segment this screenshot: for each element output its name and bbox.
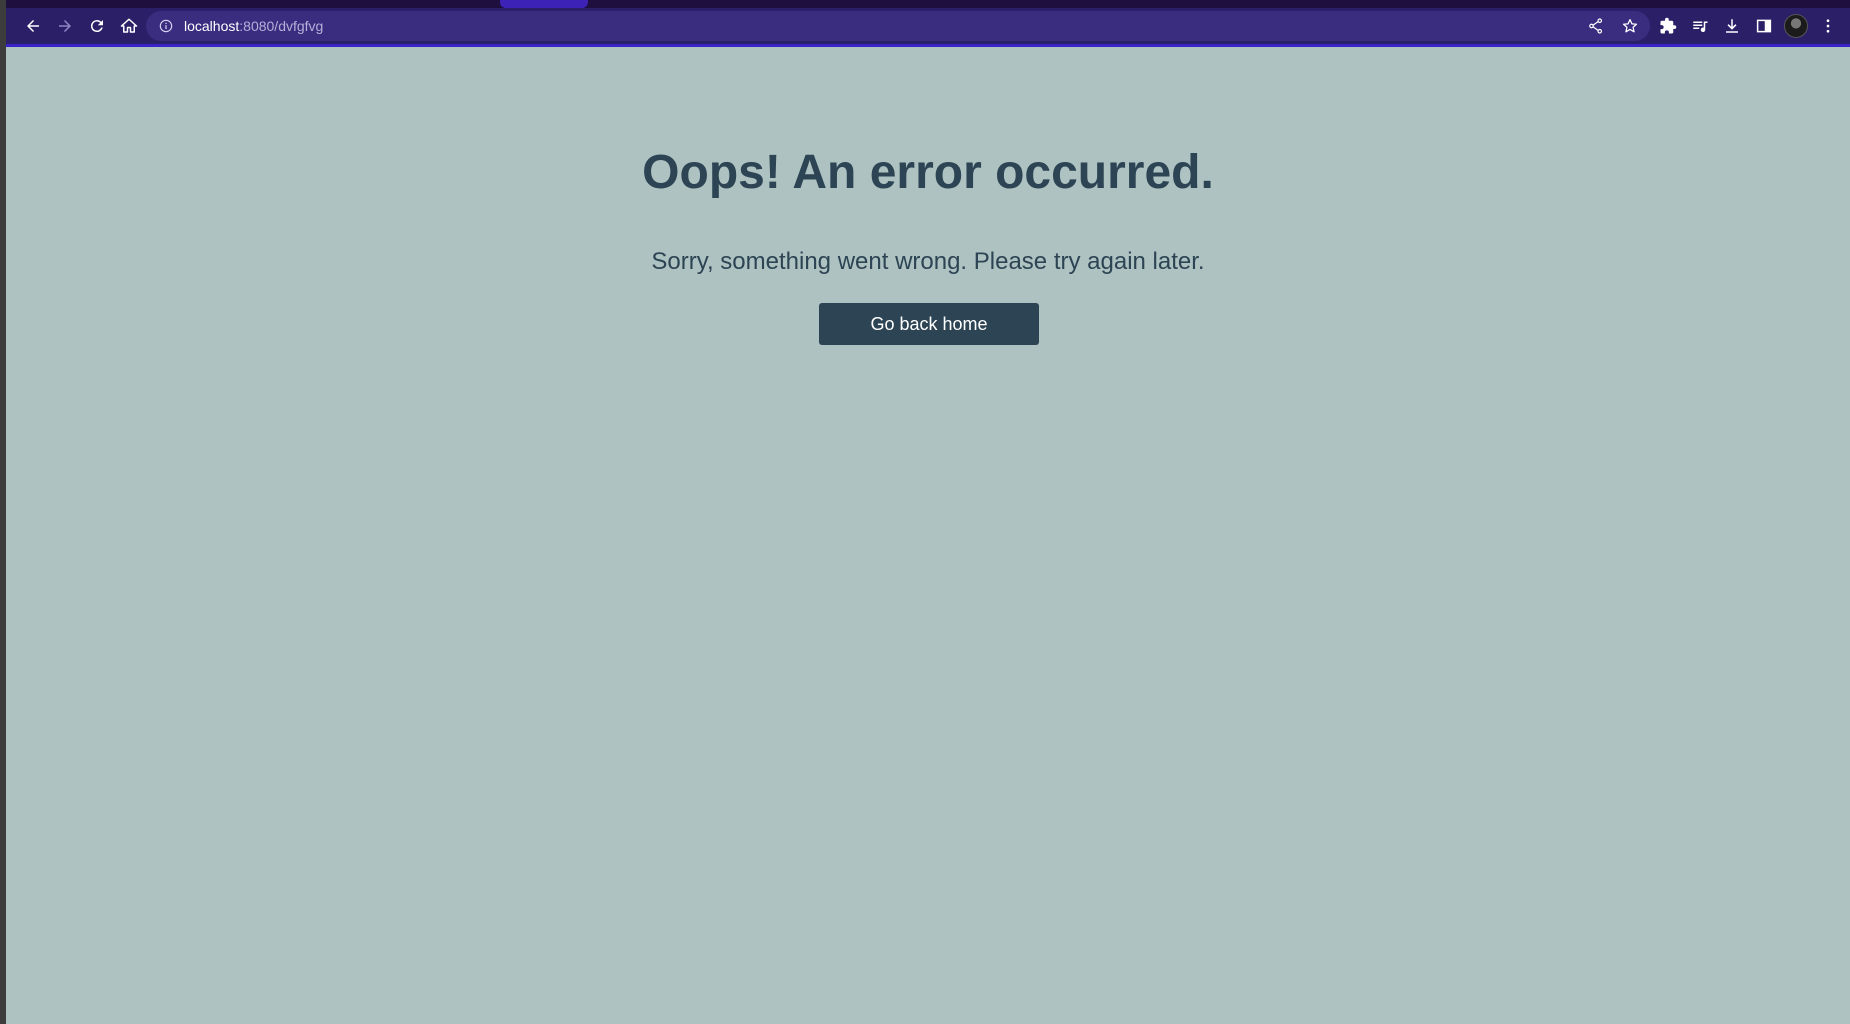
avatar — [1784, 14, 1808, 38]
url-host: localhost — [184, 18, 240, 34]
page-content: Oops! An error occurred. Sorry, somethin… — [6, 47, 1850, 1024]
extensions-button[interactable] — [1656, 14, 1680, 38]
bookmark-button[interactable] — [1618, 14, 1642, 38]
star-icon — [1622, 18, 1638, 33]
url-text[interactable]: localhost:8080/dvfgfvg — [184, 18, 323, 34]
share-icon — [1589, 18, 1603, 34]
home-icon — [120, 18, 138, 33]
browser-menu-button[interactable] — [1816, 14, 1840, 38]
back-button[interactable] — [21, 14, 45, 38]
info-icon[interactable] — [158, 18, 174, 34]
browser-window: localhost:8080/dvfgfvg Oops! An error oc… — [6, 0, 1850, 1024]
puzzle-icon — [1660, 17, 1677, 34]
arrow-left-icon — [27, 20, 39, 32]
share-button[interactable] — [1584, 14, 1608, 38]
forward-button[interactable] — [53, 14, 77, 38]
reload-icon — [90, 20, 103, 33]
tab-strip — [6, 0, 1850, 8]
browser-toolbar: localhost:8080/dvfgfvg — [6, 8, 1850, 47]
profile-button[interactable] — [1784, 14, 1808, 38]
media-queue-icon — [1693, 21, 1708, 33]
url-path: :8080/dvfgfvg — [239, 18, 324, 34]
download-icon — [1726, 19, 1738, 33]
arrow-right-icon — [59, 20, 71, 32]
kebab-menu-icon — [1826, 19, 1830, 33]
downloads-button[interactable] — [1720, 14, 1744, 38]
address-bar[interactable]: localhost:8080/dvfgfvg — [146, 11, 1650, 41]
reload-button[interactable] — [85, 14, 109, 38]
side-panel-icon — [1756, 19, 1772, 33]
error-heading: Oops! An error occurred. — [642, 146, 1214, 199]
error-message: Sorry, something went wrong. Please try … — [651, 248, 1205, 275]
media-control-button[interactable] — [1688, 14, 1712, 38]
go-back-home-button[interactable]: Go back home — [819, 303, 1039, 345]
home-button[interactable] — [117, 14, 141, 38]
tab-active[interactable] — [500, 0, 588, 8]
side-panel-button[interactable] — [1752, 14, 1776, 38]
